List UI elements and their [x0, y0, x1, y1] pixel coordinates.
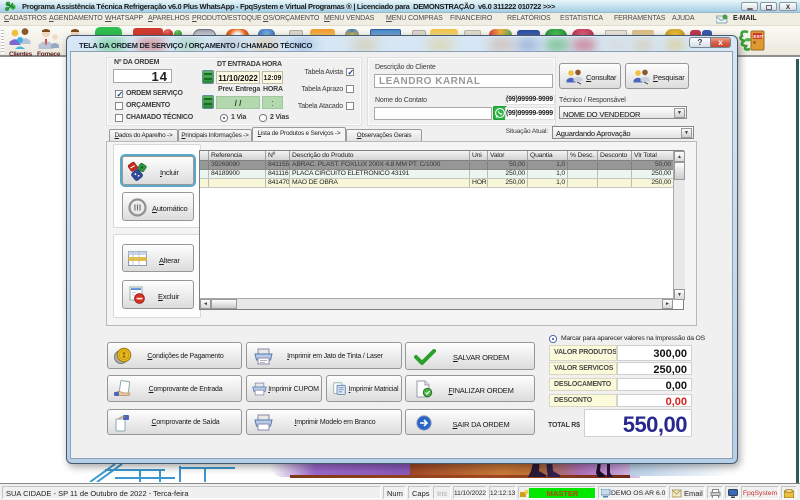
svg-text:EXIT: EXIT	[754, 34, 764, 39]
